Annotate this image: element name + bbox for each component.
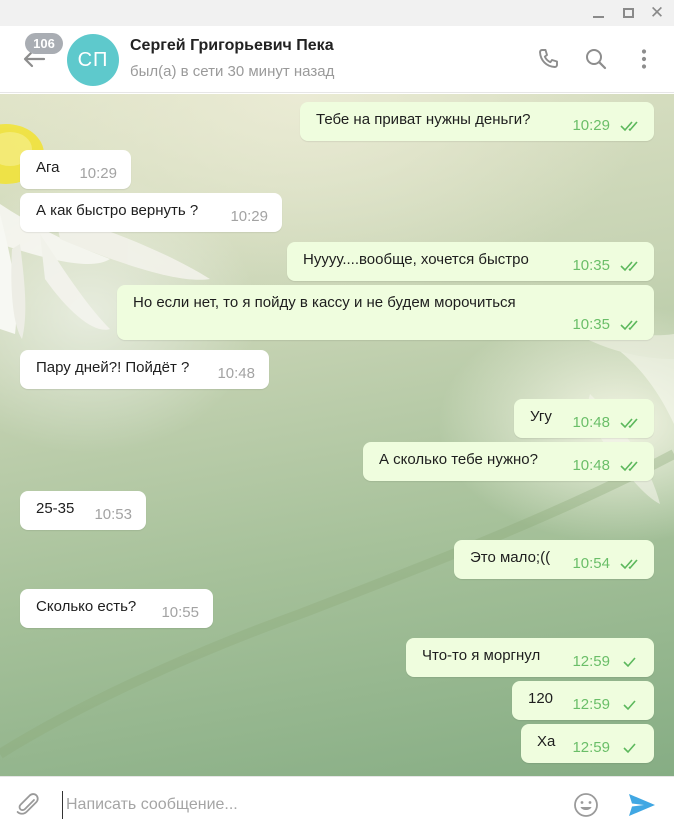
chat-header: 106 СП Сергей Григорьевич Пека был(а) в … <box>0 26 674 93</box>
avatar[interactable]: СП <box>67 34 119 86</box>
unread-count-badge: 106 <box>25 33 63 54</box>
double-check-icon <box>620 559 638 570</box>
message-text: Пару дней?! Пойдёт ? <box>36 359 190 376</box>
message-text: А сколько тебе нужно? <box>379 451 538 468</box>
message-time: 10:53 <box>94 506 132 523</box>
composer-bar <box>0 776 674 833</box>
message-text: Это мало;(( <box>470 549 551 566</box>
message-bubble-incoming[interactable]: А как быстро вернуть ? 10:29 <box>20 193 282 232</box>
message-bubble-outgoing[interactable]: Тебе на приват нужны деньги? 10:29 <box>300 102 654 141</box>
message-time: 12:59 <box>572 653 610 670</box>
message-text: Сколько есть? <box>36 598 137 615</box>
message-text: Угу <box>530 408 552 425</box>
maximize-icon[interactable] <box>617 3 639 23</box>
single-check-icon <box>623 700 636 711</box>
double-check-icon <box>620 461 638 472</box>
message-bubble-incoming[interactable]: 25-35 10:53 <box>20 491 146 530</box>
close-icon[interactable]: ✕ <box>646 3 668 23</box>
message-text: 120 <box>528 690 554 707</box>
message-bubble-incoming[interactable]: Ага 10:29 <box>20 150 131 189</box>
message-bubble-outgoing[interactable]: Нуууу....вообще, хочется быстро 10:35 <box>287 242 654 281</box>
message-bubble-outgoing[interactable]: 120 12:59 <box>512 681 654 720</box>
double-check-icon <box>620 121 638 132</box>
message-bubble-outgoing[interactable]: А сколько тебе нужно? 10:48 <box>363 442 654 481</box>
message-bubble-outgoing[interactable]: Но если нет, то я пойду в кассу и не буд… <box>117 285 654 340</box>
message-time: 12:59 <box>572 739 610 756</box>
double-check-icon <box>620 418 638 429</box>
message-bubble-outgoing[interactable]: Ха 12:59 <box>521 724 654 763</box>
more-vertical-icon[interactable] <box>630 45 658 73</box>
single-check-icon <box>623 743 636 754</box>
message-bubble-incoming[interactable]: Сколько есть? 10:55 <box>20 589 213 628</box>
contact-status: был(а) в сети 30 минут назад <box>130 63 335 80</box>
send-icon[interactable] <box>627 791 657 819</box>
message-time: 12:59 <box>572 696 610 713</box>
message-input[interactable] <box>62 791 552 819</box>
message-text: Но если нет, то я пойду в кассу и не буд… <box>133 294 516 311</box>
message-time: 10:48 <box>572 414 610 431</box>
message-text: Нуууу....вообще, хочется быстро <box>303 251 529 268</box>
message-time: 10:29 <box>230 208 268 225</box>
double-check-icon <box>620 320 638 331</box>
message-list[interactable]: Тебе на приват нужны деньги? 10:29 Ага 1… <box>0 94 674 776</box>
message-text: Ха <box>537 733 556 750</box>
message-time: 10:35 <box>572 316 610 333</box>
message-time: 10:48 <box>217 365 255 382</box>
phone-icon[interactable] <box>534 45 562 73</box>
message-time: 10:29 <box>79 165 117 182</box>
single-check-icon <box>623 657 636 668</box>
message-text: 25-35 <box>36 500 75 517</box>
message-bubble-outgoing[interactable]: Угу 10:48 <box>514 399 654 438</box>
window-titlebar: ✕ <box>0 0 674 26</box>
message-bubble-outgoing[interactable]: Это мало;(( 10:54 <box>454 540 654 579</box>
minimize-icon[interactable] <box>587 3 609 23</box>
message-text: Что-то я моргнул <box>422 647 541 664</box>
search-icon[interactable] <box>582 45 610 73</box>
message-bubble-incoming[interactable]: Пару дней?! Пойдёт ? 10:48 <box>20 350 269 389</box>
message-text: Тебе на приват нужны деньги? <box>316 111 531 128</box>
emoji-icon[interactable] <box>572 791 600 819</box>
message-bubble-outgoing[interactable]: Что-то я моргнул 12:59 <box>406 638 654 677</box>
contact-name[interactable]: Сергей Григорьевич Пека <box>130 37 334 55</box>
paperclip-icon[interactable] <box>14 791 42 819</box>
message-time: 10:55 <box>161 604 199 621</box>
message-time: 10:54 <box>572 555 610 572</box>
message-time: 10:35 <box>572 257 610 274</box>
message-text: А как быстро вернуть ? <box>36 202 199 219</box>
message-time: 10:29 <box>572 117 610 134</box>
double-check-icon <box>620 261 638 272</box>
message-time: 10:48 <box>572 457 610 474</box>
message-text: Ага <box>36 159 60 176</box>
